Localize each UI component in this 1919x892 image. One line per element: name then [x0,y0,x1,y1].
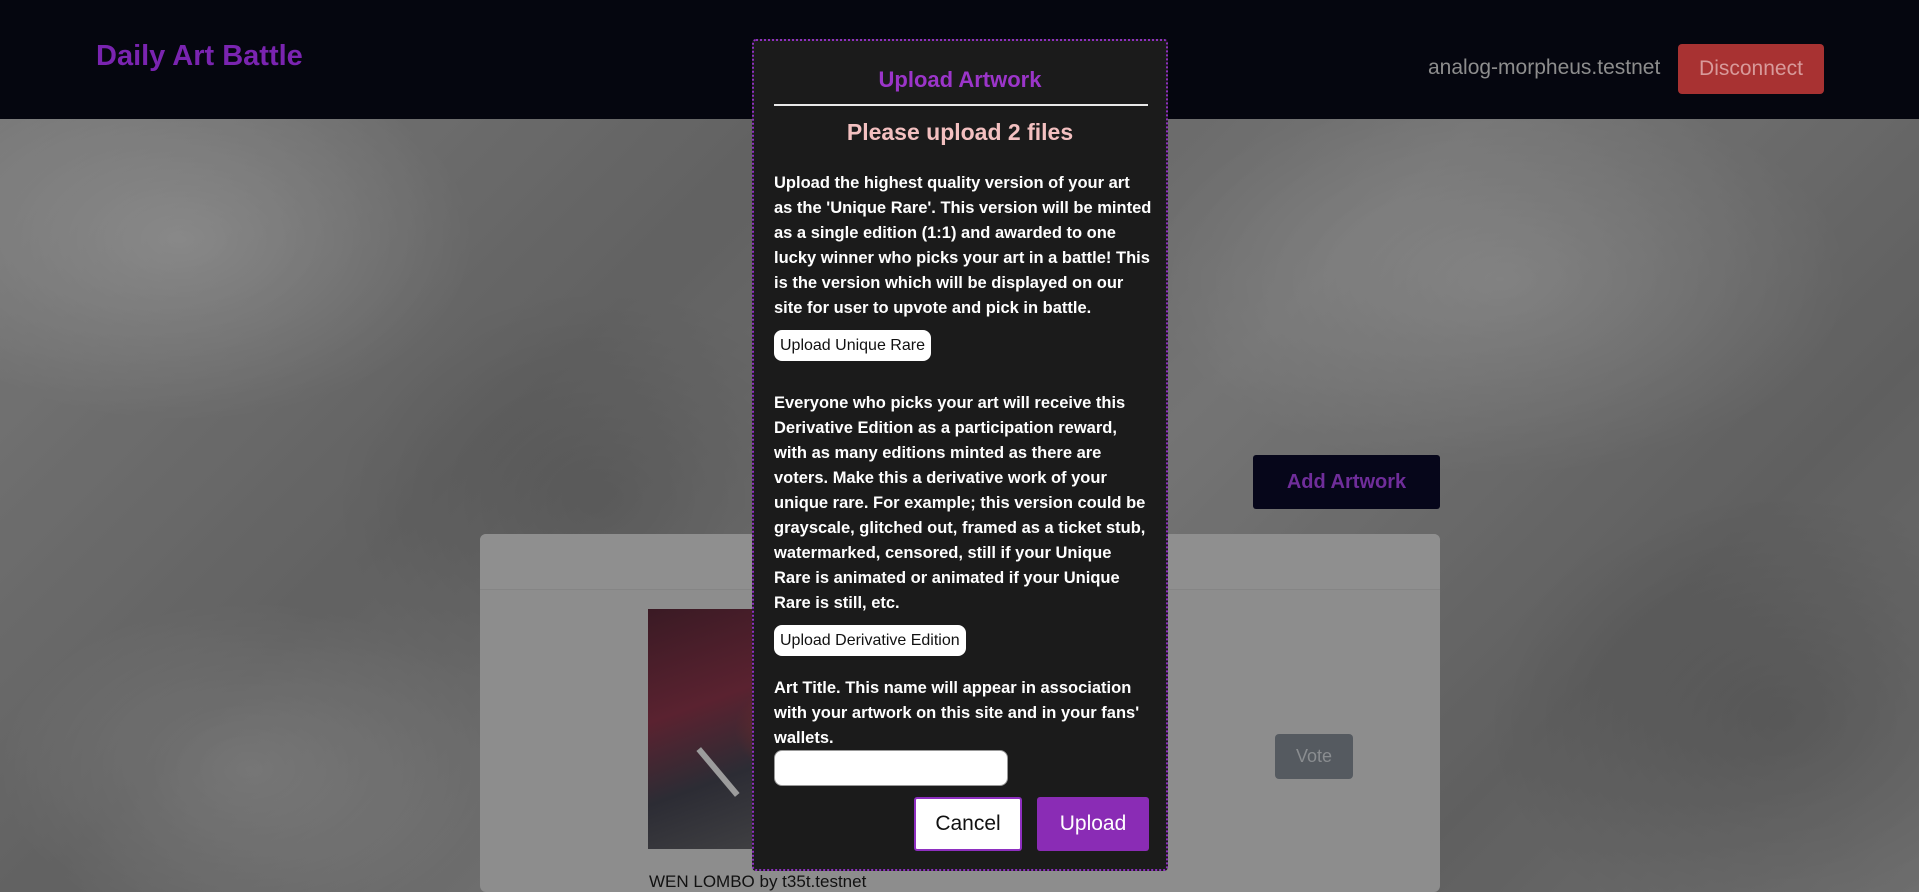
add-artwork-button[interactable]: Add Artwork [1253,455,1440,509]
upload-artwork-modal: Upload Artwork Please upload 2 files Upl… [752,39,1168,871]
account-name: analog-morpheus.testnet [1428,56,1661,79]
unique-rare-description: Upload the highest quality version of yo… [774,174,1152,317]
art-title-input[interactable] [774,750,1008,786]
upload-button[interactable]: Upload [1037,797,1149,851]
art-title-description: Art Title. This name will appear in asso… [774,679,1140,747]
artwork-road-line [696,747,740,797]
cancel-button[interactable]: Cancel [914,797,1022,851]
derivative-description: Everyone who picks your art will receive… [774,394,1146,612]
modal-divider [774,104,1148,106]
brand-logo[interactable]: Daily Art Battle [96,40,303,73]
upload-derivative-button[interactable]: Upload Derivative Edition [774,625,966,656]
modal-subtitle: Please upload 2 files [846,119,1074,145]
upload-unique-rare-button[interactable]: Upload Unique Rare [774,330,931,361]
artwork-caption: WEN LOMBO by t35t.testnet [649,872,867,891]
disconnect-button[interactable]: Disconnect [1678,44,1824,94]
vote-button[interactable]: Vote [1275,734,1353,779]
modal-title: Upload Artwork [878,67,1042,92]
